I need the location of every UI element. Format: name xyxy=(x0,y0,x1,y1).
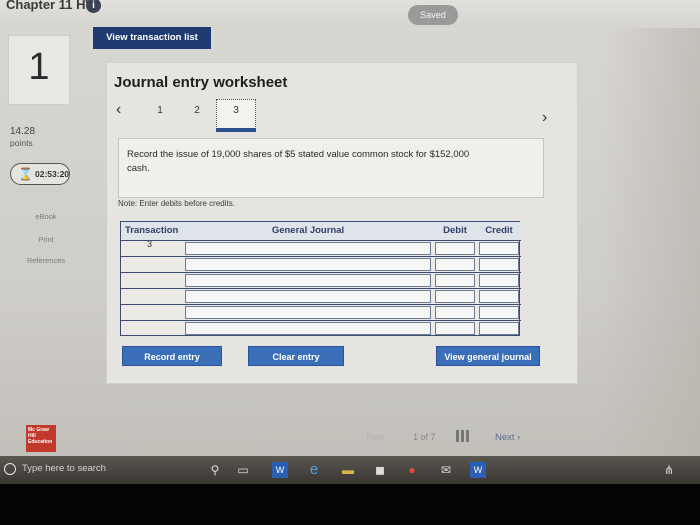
task-view-icon[interactable]: ▭ xyxy=(236,462,250,478)
transaction-cell xyxy=(123,290,179,303)
account-input[interactable] xyxy=(185,274,431,287)
instruction-box: Record the issue of 19,000 shares of $5 … xyxy=(118,138,544,198)
debit-header: Debit xyxy=(433,222,477,240)
credit-input[interactable] xyxy=(479,242,519,255)
debit-input[interactable] xyxy=(435,274,475,287)
points-label: points xyxy=(10,138,33,148)
top-bar: Chapter 11 HW i Saved xyxy=(0,0,700,28)
store-icon[interactable]: ◼ xyxy=(372,462,388,478)
page-indicator: 1 of 7 xyxy=(413,432,436,442)
account-input[interactable] xyxy=(185,306,431,319)
table-row xyxy=(121,304,521,320)
people-icon[interactable]: ⋔ xyxy=(662,462,676,478)
account-input[interactable] xyxy=(185,258,431,271)
instruction-text: Record the issue of 19,000 shares of $5 … xyxy=(127,149,470,174)
transaction-cell xyxy=(123,322,179,335)
view-transaction-list-button[interactable]: View transaction list xyxy=(93,27,211,49)
timer-value: 02:53:20 xyxy=(35,169,70,179)
cortana-icon[interactable] xyxy=(4,463,16,475)
note-text: Note: Enter debits before credits. xyxy=(118,199,235,208)
view-general-journal-button[interactable]: View general journal xyxy=(436,346,540,366)
table-row xyxy=(121,320,521,336)
account-input[interactable] xyxy=(185,322,431,335)
next-link[interactable]: Next › xyxy=(495,432,520,443)
edge-icon[interactable]: e xyxy=(306,462,322,478)
word-doc-icon[interactable]: W xyxy=(470,462,486,478)
general-journal-header: General Journal xyxy=(183,222,433,240)
question-number-box[interactable]: 1 xyxy=(8,35,70,105)
record-entry-button[interactable]: Record entry xyxy=(122,346,222,366)
credit-input[interactable] xyxy=(479,322,519,335)
credit-input[interactable] xyxy=(479,306,519,319)
worksheet-title: Journal entry worksheet xyxy=(114,74,288,91)
taskbar: Type here to search ⚲ ▭ W e ▬ ◼ ● ✉ W ⋔ xyxy=(0,456,700,484)
references-link[interactable]: References xyxy=(4,256,88,265)
table-row xyxy=(121,288,521,304)
info-icon[interactable]: i xyxy=(86,0,101,13)
hourglass-icon: ⌛ xyxy=(18,167,33,181)
ebook-link[interactable]: eBook xyxy=(4,212,88,221)
folder-icon[interactable]: ▬ xyxy=(340,462,356,478)
points-value: 14.28 xyxy=(10,126,36,137)
debit-input[interactable] xyxy=(435,322,475,335)
debit-input[interactable] xyxy=(435,306,475,319)
account-input[interactable] xyxy=(185,242,431,255)
timer[interactable]: ⌛ 02:53:20 xyxy=(10,163,70,185)
transaction-cell xyxy=(123,258,179,271)
table-row xyxy=(121,256,521,272)
question-number: 1 xyxy=(28,46,50,88)
prev-link[interactable]: Prev xyxy=(366,432,385,442)
account-input[interactable] xyxy=(185,290,431,303)
table-row xyxy=(121,272,521,288)
credit-header: Credit xyxy=(477,222,521,240)
debit-input[interactable] xyxy=(435,258,475,271)
step-tab-1[interactable]: 1 xyxy=(151,105,169,116)
journal-table: Transaction General Journal Debit Credit… xyxy=(120,221,521,336)
mcgraw-hill-logo: Mc Graw Hill Education xyxy=(26,425,56,452)
saved-status-badge: Saved xyxy=(408,5,458,25)
microphone-icon[interactable]: ⚲ xyxy=(208,462,222,478)
clear-entry-button[interactable]: Clear entry xyxy=(248,346,344,366)
credit-input[interactable] xyxy=(479,258,519,271)
screen-bezel xyxy=(0,484,700,525)
step-tab-2[interactable]: 2 xyxy=(188,105,206,116)
print-link[interactable]: Print xyxy=(4,235,88,244)
chapter-title: Chapter 11 HW xyxy=(6,0,98,12)
debit-input[interactable] xyxy=(435,242,475,255)
chevron-left-icon[interactable]: ‹ xyxy=(116,101,121,119)
grid-icon[interactable] xyxy=(456,430,470,442)
transaction-cell xyxy=(123,274,179,287)
credit-input[interactable] xyxy=(479,290,519,303)
word-icon[interactable]: W xyxy=(272,462,288,478)
chrome-icon[interactable]: ● xyxy=(404,462,420,478)
debit-input[interactable] xyxy=(435,290,475,303)
chevron-right-icon[interactable]: › xyxy=(542,109,547,127)
transaction-header: Transaction xyxy=(121,222,183,240)
taskbar-search-input[interactable]: Type here to search xyxy=(22,463,106,474)
mail-icon[interactable]: ✉ xyxy=(438,462,454,478)
transaction-cell xyxy=(123,242,179,255)
background-shade xyxy=(600,28,700,458)
step-tab-3[interactable]: 3 xyxy=(227,105,245,116)
active-step-indicator xyxy=(216,128,256,132)
table-row xyxy=(121,240,521,256)
credit-input[interactable] xyxy=(479,274,519,287)
transaction-cell xyxy=(123,306,179,319)
